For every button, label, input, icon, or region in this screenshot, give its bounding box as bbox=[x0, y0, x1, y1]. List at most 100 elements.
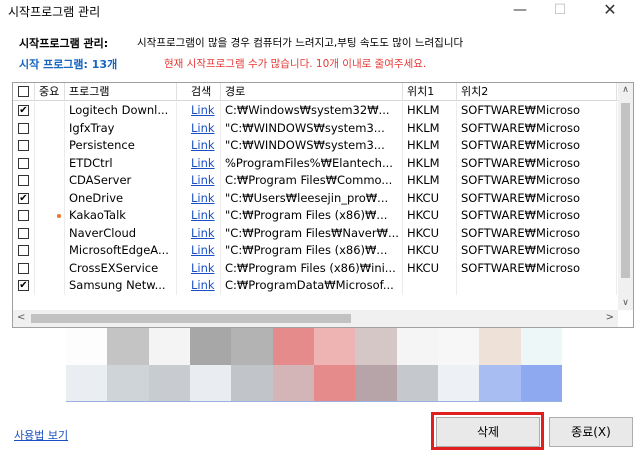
table-row[interactable]: CDAServer Link C:₩Program Files₩Commo... HK… bbox=[13, 172, 618, 190]
row-checkbox-cell[interactable] bbox=[13, 172, 35, 190]
program-cell: IgfxTray bbox=[65, 119, 177, 137]
row-checkbox-cell[interactable] bbox=[13, 137, 35, 155]
close-button[interactable]: ✕ bbox=[590, 0, 630, 22]
row-checkbox-cell[interactable] bbox=[13, 154, 35, 172]
table-row[interactable]: ✔ Samsung Netw... Link C:₩ProgramData₩Micro… bbox=[13, 277, 618, 295]
unchecked-checkbox[interactable] bbox=[18, 262, 29, 274]
program-cell: Persistence bbox=[65, 137, 177, 155]
mosaic-tile bbox=[66, 328, 108, 365]
row-checkbox-cell[interactable] bbox=[13, 224, 35, 242]
manager-label: 시작프로그램 관리: bbox=[19, 37, 109, 50]
path-cell: C:₩ProgramData₩Microsof... bbox=[221, 277, 403, 295]
row-checkbox-cell[interactable] bbox=[13, 259, 35, 277]
mosaic-tile bbox=[313, 365, 356, 402]
horizontal-scrollbar[interactable]: < > bbox=[13, 310, 618, 327]
search-link[interactable]: Link bbox=[177, 102, 221, 120]
search-link[interactable]: Link bbox=[177, 242, 221, 260]
program-cell: KakaoTalk bbox=[65, 207, 177, 225]
table-row[interactable]: NaverCloud Link "C:₩Program Files₩Naver₩..… bbox=[13, 224, 618, 242]
row-checkbox-cell[interactable] bbox=[13, 242, 35, 260]
loc2-cell: SOFTWARE₩Microso bbox=[457, 102, 617, 120]
row-checkbox-cell[interactable] bbox=[13, 207, 35, 225]
vertical-scroll-thumb[interactable] bbox=[621, 103, 630, 278]
exit-button[interactable]: 종료(X) bbox=[549, 417, 633, 447]
header-checkbox[interactable] bbox=[13, 83, 35, 100]
row-checkbox-cell[interactable] bbox=[13, 119, 35, 137]
mosaic-tile bbox=[66, 365, 108, 402]
header-program[interactable]: 프로그램 bbox=[65, 83, 177, 100]
search-link[interactable]: Link bbox=[177, 207, 221, 225]
table-row[interactable]: CrossEXService Link C:₩Program Files (x86)… bbox=[13, 259, 618, 277]
path-cell: C:₩Program Files (x86)₩ini... bbox=[221, 259, 403, 277]
search-link[interactable]: Link bbox=[177, 172, 221, 190]
loc1-cell: HKLM bbox=[403, 119, 457, 137]
table-header: 중요 프로그램 검색 경로 위치1 위치2 bbox=[13, 83, 633, 101]
mosaic-tile bbox=[479, 328, 521, 365]
maximize-button[interactable]: ☐ bbox=[540, 0, 580, 22]
path-cell: "C:₩WINDOWS₩system3... bbox=[221, 119, 403, 137]
header-location1[interactable]: 위치1 bbox=[403, 83, 457, 100]
row-checkbox-cell[interactable]: ✔ bbox=[13, 102, 35, 120]
minimize-button[interactable]: — bbox=[500, 0, 540, 22]
table-row[interactable]: ETDCtrl Link %ProgramFiles%₩Elantech... HKL… bbox=[13, 154, 618, 172]
search-link[interactable]: Link bbox=[177, 137, 221, 155]
important-dot-icon bbox=[57, 214, 61, 218]
user-guide-link[interactable]: 사용법 보기 bbox=[14, 427, 68, 443]
scroll-left-icon[interactable]: < bbox=[17, 312, 25, 323]
row-checkbox-cell[interactable]: ✔ bbox=[13, 189, 35, 207]
unchecked-checkbox[interactable] bbox=[18, 175, 29, 186]
mosaic-tile bbox=[396, 365, 438, 402]
unchecked-checkbox[interactable] bbox=[18, 245, 29, 256]
unchecked-checkbox[interactable] bbox=[18, 227, 29, 239]
header-location2[interactable]: 위치2 bbox=[457, 83, 617, 100]
program-cell: CDAServer bbox=[65, 172, 177, 190]
delete-button-highlight bbox=[431, 412, 544, 450]
search-link[interactable]: Link bbox=[177, 154, 221, 172]
vertical-scrollbar[interactable]: ∧ ∨ bbox=[618, 83, 633, 310]
table-row[interactable]: MicrosoftEdgeA... Link "C:₩Program Files (… bbox=[13, 242, 618, 260]
loc1-cell bbox=[403, 277, 457, 295]
row-checkbox-cell[interactable]: ✔ bbox=[13, 277, 35, 295]
scroll-up-icon[interactable]: ∧ bbox=[618, 85, 633, 95]
unchecked-checkbox[interactable] bbox=[18, 140, 29, 151]
header-important[interactable]: 중요 bbox=[35, 83, 65, 100]
unchecked-checkbox[interactable] bbox=[18, 122, 29, 134]
program-count: 시작 프로그램: 13개 bbox=[19, 58, 118, 71]
mosaic-tile bbox=[355, 365, 397, 402]
path-cell: C:₩Windows₩system32₩... bbox=[221, 102, 403, 120]
select-all-checkbox[interactable] bbox=[18, 86, 29, 97]
mosaic-tile bbox=[272, 365, 314, 402]
important-cell bbox=[35, 102, 65, 120]
loc1-cell: HKLM bbox=[403, 154, 457, 172]
header-search[interactable]: 검색 bbox=[177, 83, 221, 100]
pixelated-banner-image bbox=[66, 328, 562, 402]
unchecked-checkbox[interactable] bbox=[18, 157, 29, 169]
title-bar: 시작프로그램 관리 — ☐ ✕ bbox=[0, 0, 641, 22]
path-cell: "C:₩WINDOWS₩system3... bbox=[221, 137, 403, 155]
loc1-cell: HKLM bbox=[403, 137, 457, 155]
unchecked-checkbox[interactable] bbox=[18, 210, 29, 221]
table-row[interactable]: ✔ OneDrive Link "C:₩Users₩leesejin_pro₩... H… bbox=[13, 189, 618, 207]
important-cell bbox=[35, 119, 65, 137]
search-link[interactable]: Link bbox=[177, 259, 221, 277]
scroll-down-icon[interactable]: ∨ bbox=[618, 298, 633, 308]
header-path[interactable]: 경로 bbox=[221, 83, 403, 100]
mosaic-tile bbox=[189, 365, 232, 402]
mosaic-tile bbox=[107, 328, 149, 365]
checked-checkbox[interactable]: ✔ bbox=[18, 105, 29, 116]
table-row[interactable]: KakaoTalk Link "C:₩Program Files (x86)₩...… bbox=[13, 207, 618, 225]
search-link[interactable]: Link bbox=[177, 119, 221, 137]
mosaic-tile bbox=[479, 365, 521, 402]
checked-checkbox[interactable]: ✔ bbox=[18, 280, 29, 291]
search-link[interactable]: Link bbox=[177, 277, 221, 295]
table-row[interactable]: ✔ Logitech Downl... Link C:₩Windows₩system3… bbox=[13, 102, 618, 120]
table-row[interactable]: Persistence Link "C:₩WINDOWS₩system3... HKL… bbox=[13, 137, 618, 155]
loc2-cell: SOFTWARE₩Microso bbox=[457, 119, 617, 137]
horizontal-scroll-thumb[interactable] bbox=[31, 314, 351, 323]
important-cell bbox=[35, 259, 65, 277]
search-link[interactable]: Link bbox=[177, 224, 221, 242]
search-link[interactable]: Link bbox=[177, 189, 221, 207]
table-row[interactable]: IgfxTray Link "C:₩WINDOWS₩system3... HKLM SO… bbox=[13, 119, 618, 137]
scroll-right-icon[interactable]: > bbox=[606, 312, 614, 323]
checked-checkbox[interactable]: ✔ bbox=[18, 192, 29, 204]
